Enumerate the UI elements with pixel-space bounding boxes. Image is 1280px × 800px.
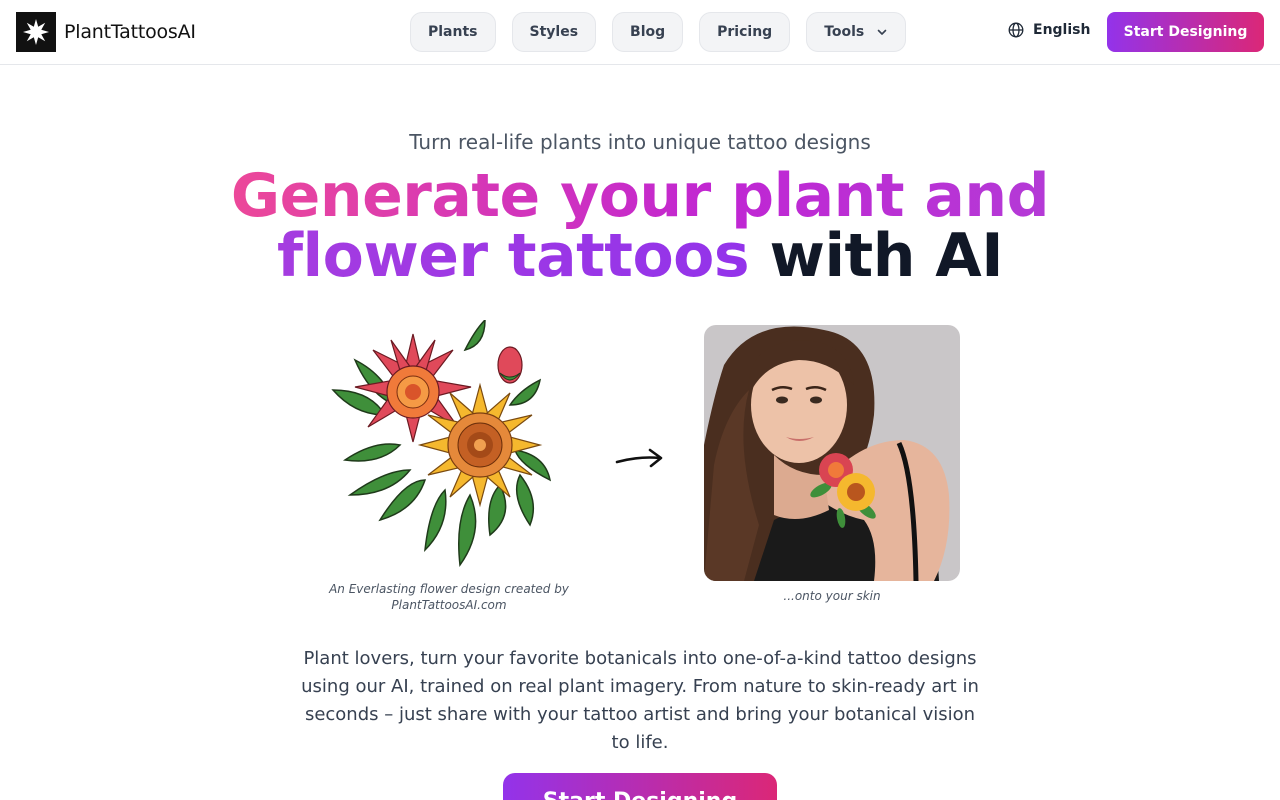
- nav-plants-button[interactable]: Plants: [410, 12, 496, 52]
- hero-tagline: Turn real-life plants into unique tattoo…: [409, 130, 871, 154]
- design-caption: An Everlasting flower design created by …: [329, 582, 569, 612]
- nav-label: Tools: [824, 24, 865, 40]
- flower-tattoo-design-image: [325, 318, 575, 575]
- logo[interactable]: PlantTattoosAI: [16, 12, 196, 52]
- nav-styles-button[interactable]: Styles: [511, 12, 597, 52]
- brand-name: PlantTattoosAI: [64, 21, 196, 43]
- nav-label: Styles: [529, 24, 579, 40]
- headline-part-2: flower tattoos: [276, 221, 750, 291]
- starburst-logo-icon: [16, 12, 56, 52]
- arrow-right-icon: [614, 444, 666, 474]
- nav-label: Pricing: [717, 24, 773, 40]
- headline-part-3: with AI: [769, 221, 1004, 291]
- start-designing-hero-button[interactable]: Start Designing: [503, 773, 777, 800]
- hero-description: Plant lovers, turn your favorite botanic…: [301, 648, 979, 753]
- nav-label: Blog: [630, 24, 666, 40]
- hero-headline: Generate your plant and flower tattoos w…: [0, 166, 1280, 286]
- nav-blog-button[interactable]: Blog: [612, 12, 684, 52]
- site-header: PlantTattoosAI Plants Styles Blog Pricin…: [0, 0, 1280, 65]
- photo-caption: ...onto your skin: [783, 589, 881, 603]
- chevron-down-icon: [876, 26, 888, 38]
- language-selector[interactable]: English: [1008, 22, 1090, 38]
- nav-tools-dropdown[interactable]: Tools: [806, 12, 907, 52]
- tattoo-on-skin-photo: [704, 325, 960, 581]
- nav-pricing-button[interactable]: Pricing: [699, 12, 791, 52]
- globe-icon: [1008, 22, 1024, 38]
- nav-label: Plants: [428, 24, 478, 40]
- start-designing-button[interactable]: Start Designing: [1107, 12, 1264, 52]
- language-label: English: [1033, 22, 1091, 38]
- main-nav: Plants Styles Blog Pricing Tools: [410, 12, 907, 52]
